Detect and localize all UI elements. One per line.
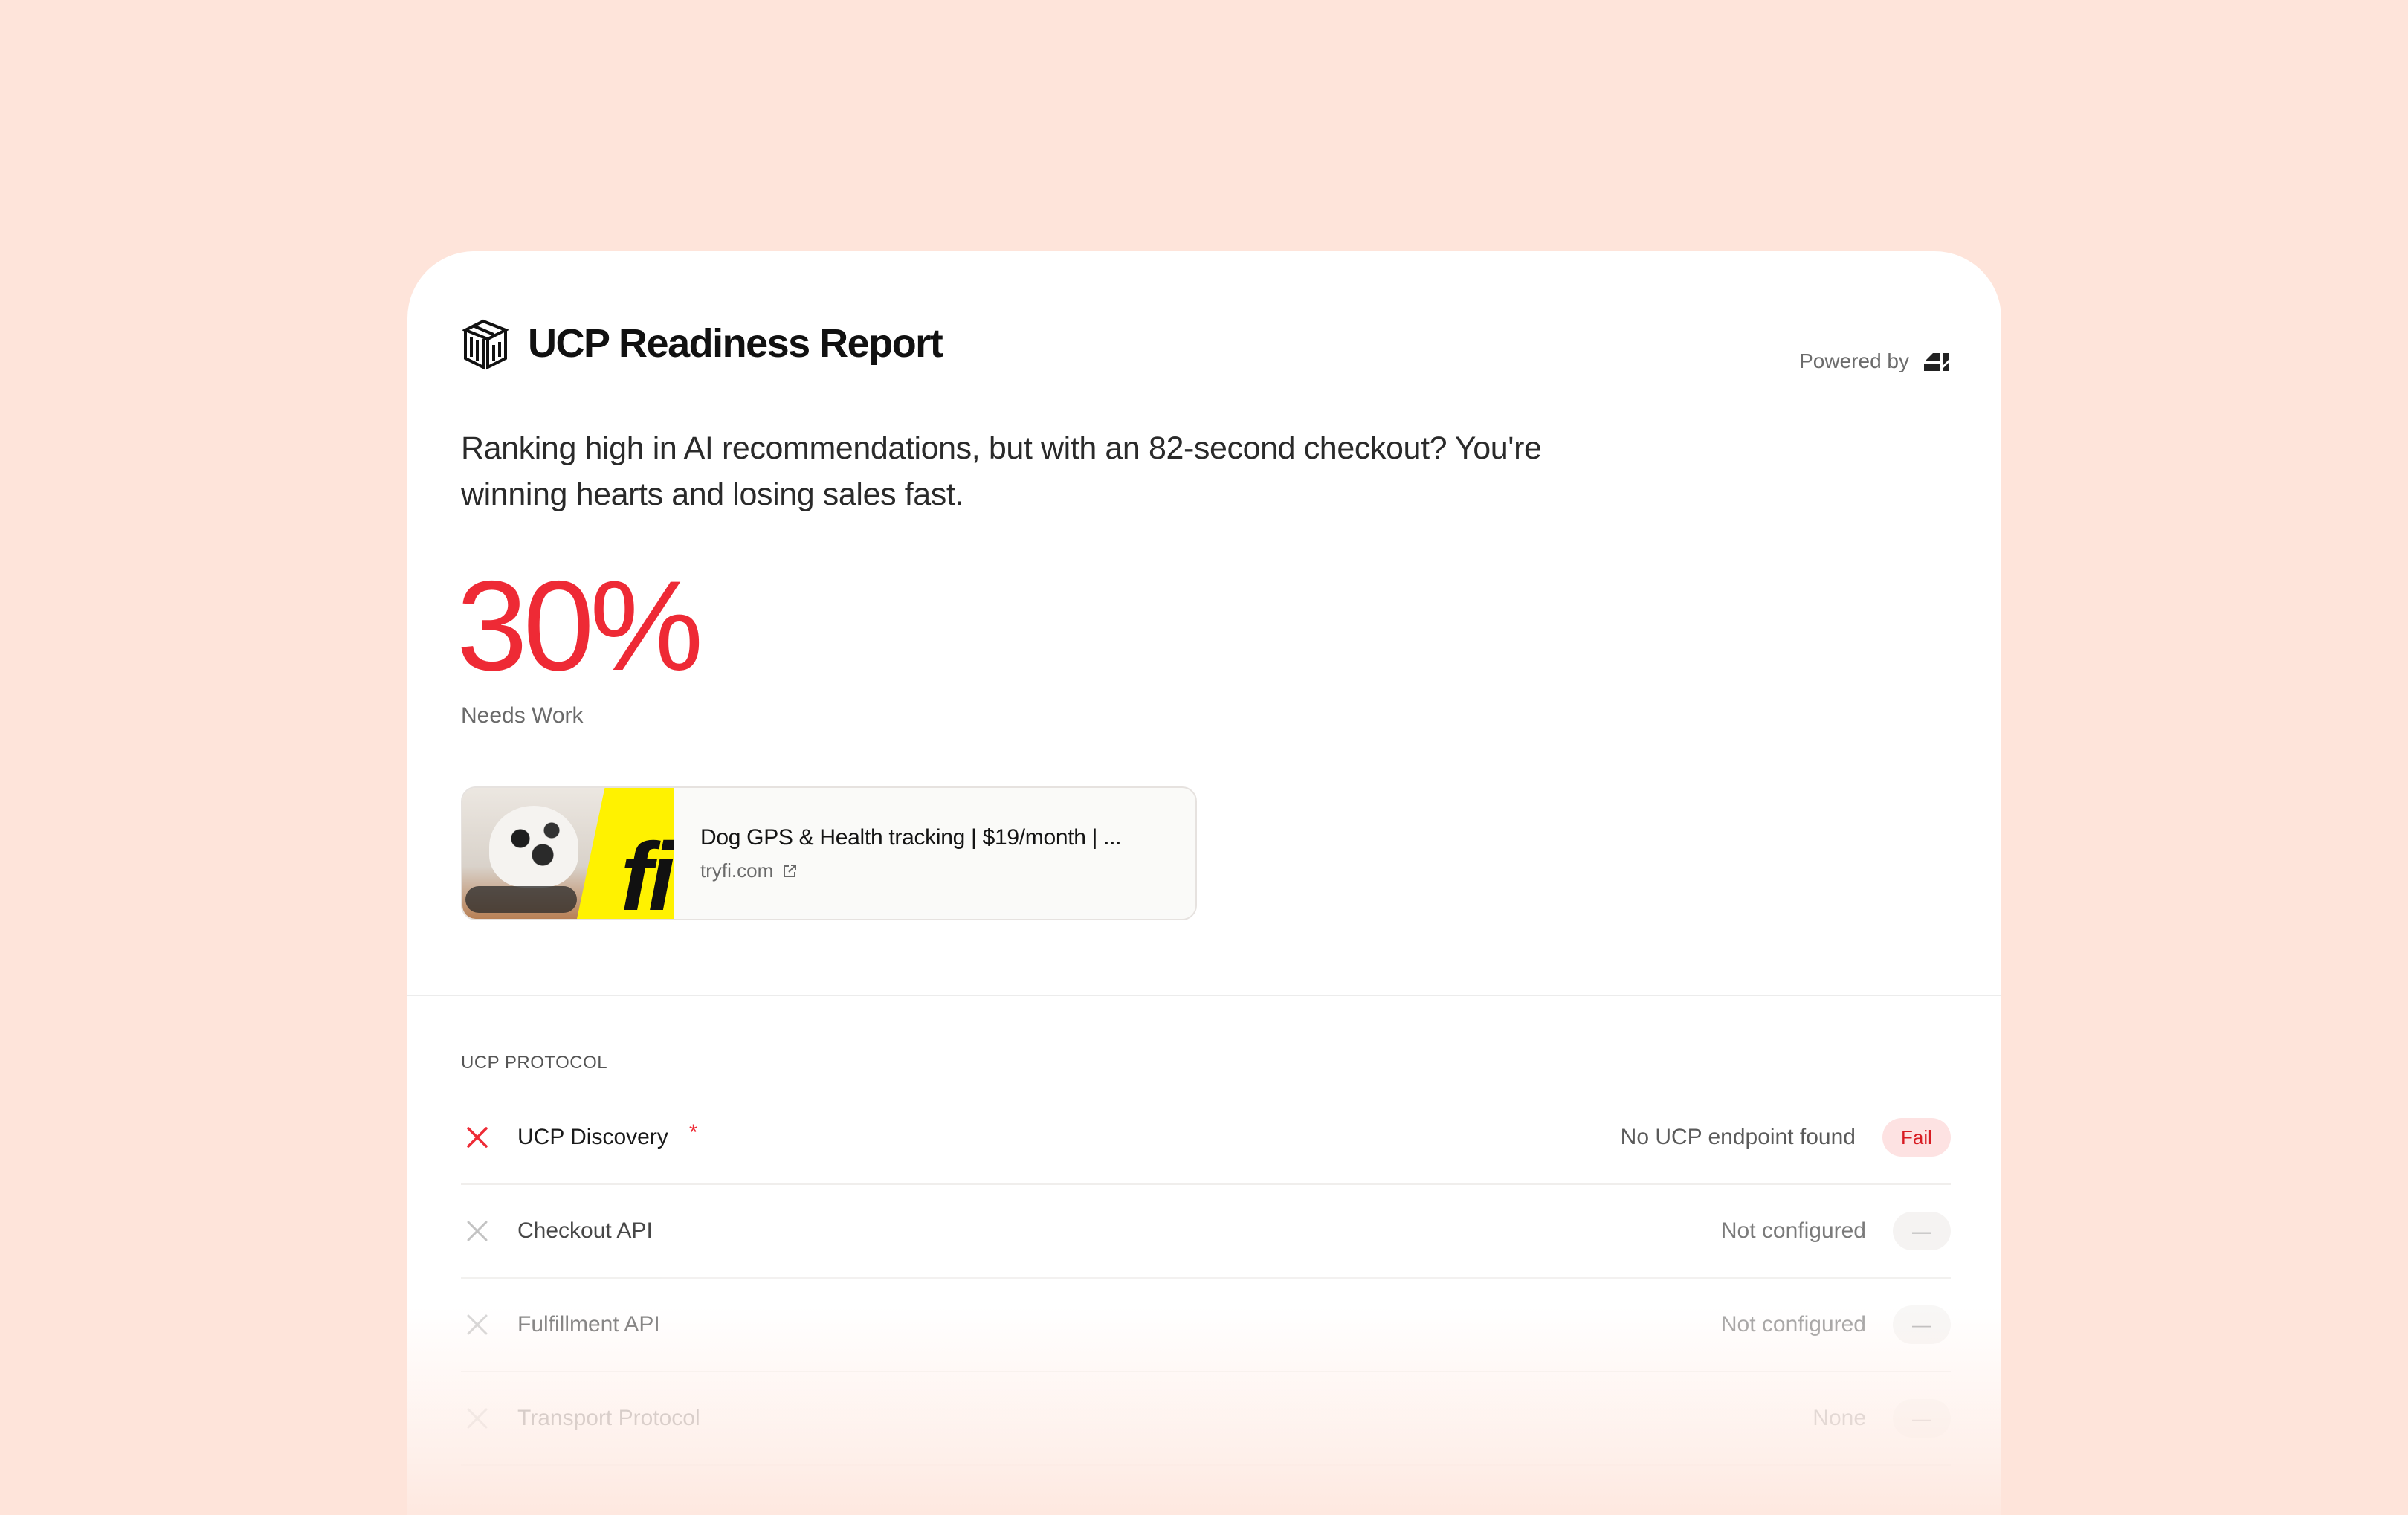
section-divider	[407, 995, 2001, 996]
site-thumbnail: fi	[462, 788, 674, 919]
check-row-ucp-discovery[interactable]: UCP Discovery * No UCP endpoint found Fa…	[461, 1091, 1951, 1185]
brand-logo-icon[interactable]	[1923, 350, 1951, 372]
report-header: UCP Readiness Report	[461, 315, 943, 372]
check-name: UCP Discovery	[517, 1125, 668, 1149]
powered-by[interactable]: Powered by	[1799, 349, 1951, 373]
x-icon	[467, 1127, 488, 1148]
dog-image	[489, 806, 578, 888]
check-status: Not configured	[1720, 1218, 1866, 1243]
report-headline: Ranking high in AI recommendations, but …	[461, 430, 1542, 512]
x-icon	[467, 1408, 488, 1429]
site-url[interactable]: tryfi.com	[700, 859, 773, 882]
external-link-icon[interactable]	[781, 862, 798, 880]
score-status-label: Needs Work	[461, 703, 584, 728]
check-status: Not configured	[1720, 1312, 1866, 1337]
section-label-ucp-protocol: UCP PROTOCOL	[461, 1053, 608, 1073]
check-name: Checkout API	[517, 1218, 653, 1243]
thumbnail-brand-text: fi	[620, 822, 674, 919]
powered-by-label: Powered by	[1799, 349, 1909, 372]
check-name: Transport Protocol	[517, 1406, 700, 1430]
ucp-cube-logo-icon	[462, 319, 509, 370]
x-icon	[467, 1221, 488, 1241]
check-name: Fulfillment API	[517, 1312, 660, 1337]
site-title: Dog GPS & Health tracking | $19/month | …	[700, 825, 1122, 850]
site-url-link[interactable]: tryfi.com	[700, 859, 1121, 882]
check-status: No UCP endpoint found	[1620, 1125, 1856, 1149]
status-badge: —	[1893, 1212, 1951, 1250]
location-update-badge	[465, 886, 577, 913]
status-badge: —	[1893, 1305, 1951, 1344]
report-card: UCP Readiness Report Powered by Ranking …	[407, 251, 2001, 1515]
status-badge: —	[1893, 1399, 1951, 1438]
check-row-fulfillment-api[interactable]: Fulfillment API Not configured —	[461, 1279, 1951, 1372]
check-row-transport-protocol[interactable]: Transport Protocol None —	[461, 1372, 1951, 1466]
readiness-score: 30%	[456, 555, 703, 697]
site-preview-card[interactable]: fi Dog GPS & Health tracking | $19/month…	[461, 786, 1197, 920]
status-badge: Fail	[1882, 1118, 1951, 1157]
check-status: None	[1813, 1406, 1866, 1430]
report-title: UCP Readiness Report	[528, 321, 943, 366]
required-marker: *	[688, 1120, 698, 1145]
check-row-checkout-api[interactable]: Checkout API Not configured —	[461, 1185, 1951, 1279]
protocol-checklist: UCP Discovery * No UCP endpoint found Fa…	[461, 1091, 1951, 1466]
x-icon	[467, 1314, 488, 1335]
